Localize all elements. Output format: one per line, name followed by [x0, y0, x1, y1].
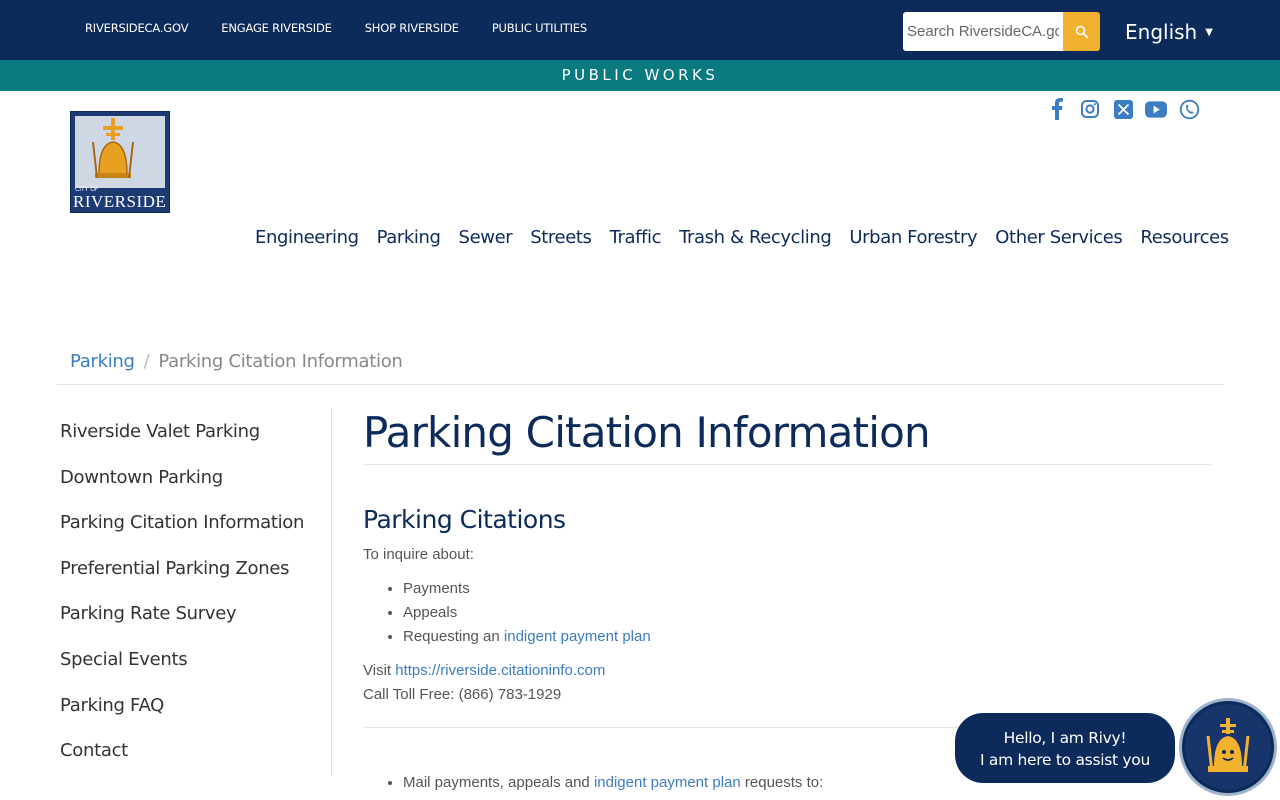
language-label: English: [1125, 20, 1198, 44]
language-selector[interactable]: English ▼: [1125, 20, 1213, 44]
main-nav: Engineering Parking Sewer Streets Traffi…: [255, 227, 1247, 248]
contact-info: Visit https://riverside.citationinfo.com…: [363, 659, 1211, 707]
sidenav-riverside-valet-parking[interactable]: Riverside Valet Parking: [56, 409, 331, 455]
chat-bubble[interactable]: Hello, I am Rivy! I am here to assist yo…: [955, 713, 1175, 783]
page-title: Parking Citation Information: [363, 405, 1211, 465]
indigent-payment-plan-link[interactable]: indigent payment plan: [504, 628, 651, 645]
indigent-payment-plan-link-2[interactable]: indigent payment plan: [594, 774, 741, 791]
mail-text: Mail payments, appeals and: [403, 774, 594, 791]
breadcrumb: Parking / Parking Citation Information: [70, 351, 403, 372]
nav-other-services[interactable]: Other Services: [995, 227, 1123, 248]
instagram-icon[interactable]: [1079, 98, 1101, 120]
logo-text-large: RIVERSIDE: [73, 192, 167, 211]
bell-icon: [92, 118, 134, 179]
top-bar: RIVERSIDECA.GOV ENGAGE RIVERSIDE SHOP RI…: [0, 0, 1280, 60]
sidenav-contact[interactable]: Contact: [56, 728, 331, 774]
list-item: Payments: [403, 577, 1211, 601]
list-item-text: Requesting an: [403, 628, 504, 645]
section-title: Parking Citations: [363, 505, 566, 534]
breadcrumb-parking[interactable]: Parking: [70, 351, 135, 372]
sidenav-parking-faq[interactable]: Parking FAQ: [56, 683, 331, 729]
citation-website-link[interactable]: https://riverside.citationinfo.com: [395, 662, 605, 679]
department-banner: PUBLIC WORKS: [0, 60, 1280, 91]
chat-subtext: I am here to assist you: [980, 751, 1150, 769]
breadcrumb-current: Parking Citation Information: [158, 351, 403, 372]
nav-urban-forestry[interactable]: Urban Forestry: [849, 227, 977, 248]
youtube-icon[interactable]: [1145, 98, 1167, 120]
utility-links: RIVERSIDECA.GOV ENGAGE RIVERSIDE SHOP RI…: [85, 21, 620, 35]
nav-streets[interactable]: Streets: [530, 227, 592, 248]
sidenav-parking-rate-survey[interactable]: Parking Rate Survey: [56, 591, 331, 637]
x-icon[interactable]: [1112, 98, 1134, 120]
phone-app-icon[interactable]: [1178, 98, 1200, 120]
sidenav-downtown-parking[interactable]: Downtown Parking: [56, 455, 331, 501]
list-item: Appeals: [403, 601, 1211, 625]
sidenav-preferential-parking-zones[interactable]: Preferential Parking Zones: [56, 546, 331, 592]
visit-line: Visit https://riverside.citationinfo.com: [363, 659, 1211, 683]
nav-parking[interactable]: Parking: [377, 227, 441, 248]
divider: [57, 384, 1224, 385]
bell-mascot-icon: [1206, 718, 1250, 773]
caret-down-icon: ▼: [1205, 26, 1213, 38]
sidenav-parking-citation-information[interactable]: Parking Citation Information: [56, 500, 331, 546]
breadcrumb-separator: /: [143, 351, 150, 372]
nav-traffic[interactable]: Traffic: [610, 227, 662, 248]
list-item: Requesting an indigent payment plan: [403, 625, 1211, 649]
nav-sewer[interactable]: Sewer: [459, 227, 513, 248]
phone-line: Call Toll Free: (866) 783-1929: [363, 686, 562, 703]
side-nav: Riverside Valet Parking Downtown Parking…: [56, 409, 332, 775]
nav-engineering[interactable]: Engineering: [255, 227, 359, 248]
logo-emblem: [75, 116, 165, 188]
link-engage-riverside[interactable]: ENGAGE RIVERSIDE: [221, 21, 332, 35]
nav-resources[interactable]: Resources: [1140, 227, 1229, 248]
avatar-face: [1185, 704, 1271, 790]
search-button[interactable]: [1063, 12, 1100, 51]
search-icon: [1075, 25, 1088, 38]
link-public-utilities[interactable]: PUBLIC UTILITIES: [492, 21, 587, 35]
intro-text: To inquire about:: [363, 546, 474, 563]
link-shop-riverside[interactable]: SHOP RIVERSIDE: [365, 21, 459, 35]
mail-text-suffix: requests to:: [740, 774, 824, 791]
inquiry-list: Payments Appeals Requesting an indigent …: [403, 577, 1211, 649]
link-riversideca-gov[interactable]: RIVERSIDECA.GOV: [85, 21, 188, 35]
city-logo[interactable]: CITY OF RIVERSIDE: [70, 111, 170, 213]
chat-avatar-button[interactable]: [1179, 698, 1277, 796]
department-title: PUBLIC WORKS: [561, 66, 719, 84]
social-links: [1046, 98, 1211, 120]
search-input[interactable]: [903, 12, 1063, 51]
site-search: [903, 12, 1100, 51]
sidenav-special-events[interactable]: Special Events: [56, 637, 331, 683]
visit-label: Visit: [363, 662, 396, 679]
facebook-icon[interactable]: [1046, 98, 1068, 120]
chat-greeting: Hello, I am Rivy!: [1003, 729, 1127, 747]
nav-trash-recycling[interactable]: Trash & Recycling: [679, 227, 832, 248]
section-divider: [363, 727, 973, 728]
